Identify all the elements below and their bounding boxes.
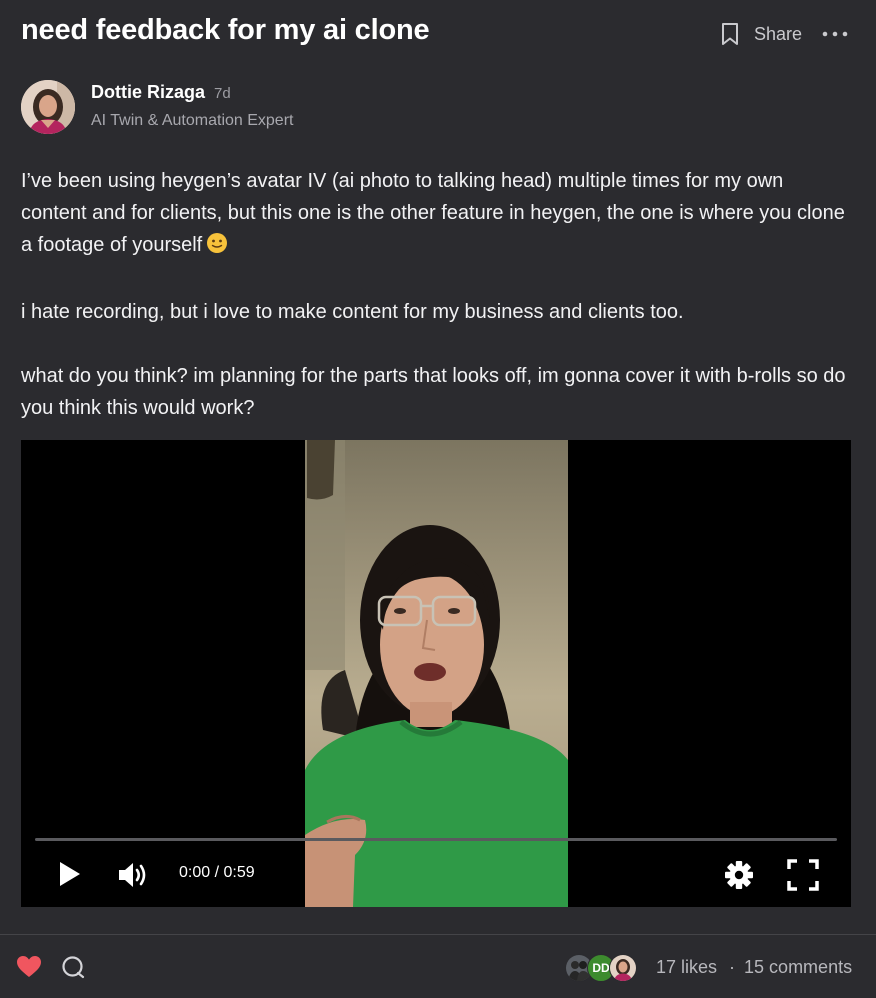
comment-button[interactable] xyxy=(61,955,85,984)
stats-separator: · xyxy=(729,957,736,977)
bookmark-icon[interactable] xyxy=(720,22,740,46)
video-time: 0:00 / 0:59 xyxy=(179,864,255,881)
heart-icon xyxy=(16,955,42,984)
video-player[interactable]: 0:00 / 0:59 xyxy=(21,440,851,907)
play-icon xyxy=(58,861,82,892)
post-paragraph: I’ve been using heygen’s avatar IV (ai p… xyxy=(21,165,851,264)
video-frame xyxy=(305,440,568,907)
liker-avatars[interactable]: DD xyxy=(565,954,637,982)
author-avatar[interactable] xyxy=(21,80,75,134)
fullscreen-button[interactable] xyxy=(787,859,819,896)
fullscreen-icon xyxy=(787,859,819,896)
volume-icon xyxy=(117,860,149,895)
post-title: need feedback for my ai clone xyxy=(21,14,430,46)
post-paragraph: i hate recording, but i love to make con… xyxy=(21,301,684,323)
post-author: Dottie Rizaga 7d AI Twin & Automation Ex… xyxy=(21,80,293,134)
volume-button[interactable] xyxy=(117,860,149,895)
share-button[interactable]: Share xyxy=(720,22,802,46)
slightly-smiling-face-icon xyxy=(206,232,228,264)
comments-count[interactable]: 15 comments xyxy=(744,957,852,978)
post-stats: 17 likes · 15 comments xyxy=(656,957,852,978)
more-icon[interactable] xyxy=(822,30,848,38)
liker-avatar xyxy=(609,954,637,982)
author-name[interactable]: Dottie Rizaga xyxy=(91,82,205,103)
share-label[interactable]: Share xyxy=(754,24,802,45)
post-paragraph-text: I’ve been using heygen’s avatar IV (ai p… xyxy=(21,170,845,256)
likes-count[interactable]: 17 likes xyxy=(656,957,717,978)
video-progress-bar[interactable] xyxy=(35,838,837,841)
author-tagline: AI Twin & Automation Expert xyxy=(91,112,294,129)
post-age: 7d xyxy=(214,85,231,102)
post-header-actions: Share xyxy=(720,22,848,46)
post-footer: DD 17 likes · 15 comments xyxy=(0,935,876,998)
play-button[interactable] xyxy=(58,861,82,892)
post-body: I’ve been using heygen’s avatar IV (ai p… xyxy=(21,165,851,456)
like-button[interactable] xyxy=(16,955,42,984)
settings-button[interactable] xyxy=(724,860,754,895)
settings-gear-icon xyxy=(724,860,754,895)
comment-icon xyxy=(61,955,85,984)
post-paragraph: what do you think? im planning for the p… xyxy=(21,365,846,419)
